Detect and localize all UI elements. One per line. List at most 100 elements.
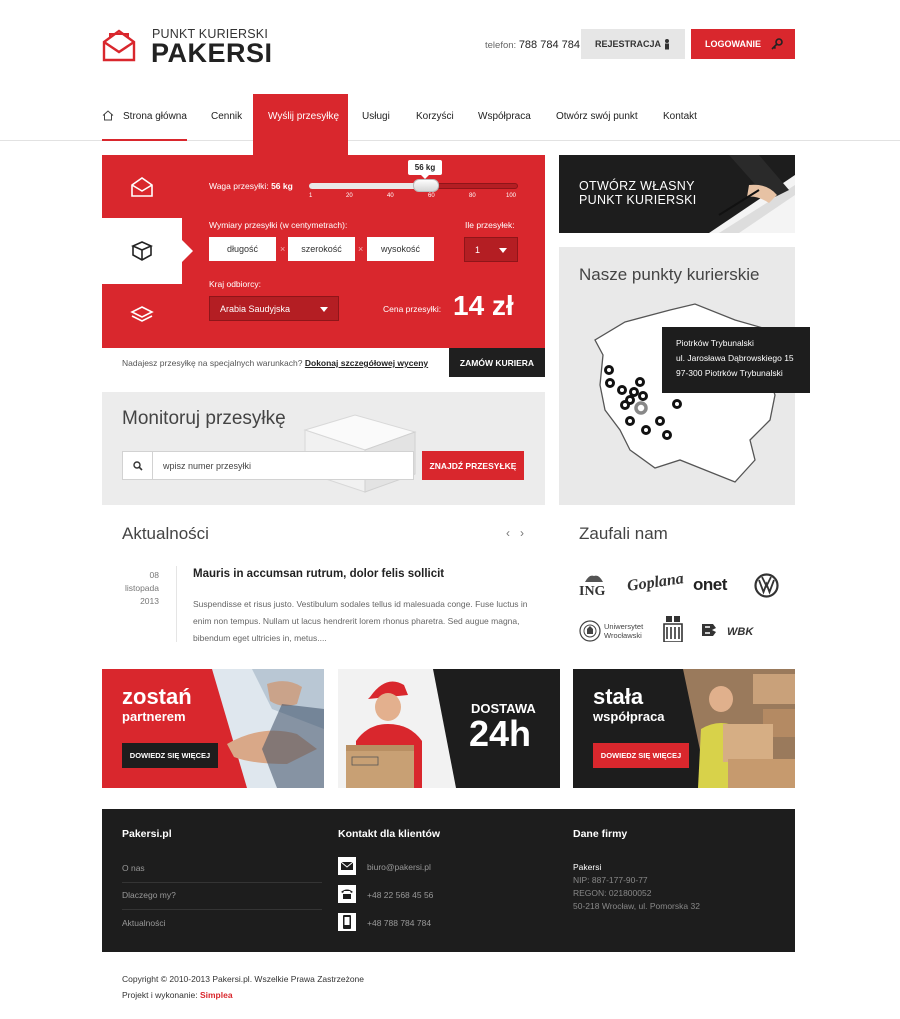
nav-active-tab-bg [253,94,348,156]
footer-phone: +48 22 568 45 56 [367,890,434,900]
cooperation-banner[interactable]: stała współpraca DOWIEDZ SIĘ WIĘCEJ [573,669,795,788]
nav-item-open-point[interactable]: Otwórz swój punkt [556,111,638,122]
calc-tab-arrow [182,240,193,262]
register-label: REJESTRACJA [595,39,662,49]
weight-value: 56 kg [271,181,293,191]
nav-item-cooperation[interactable]: Współpraca [478,111,531,122]
news-next-arrow[interactable]: › [520,526,524,540]
slider-tick: 40 [387,193,394,199]
envelope-tab-icon[interactable] [130,176,154,198]
detailed-quote-link[interactable]: Dokonaj szczegółowej wyceny [305,358,428,368]
weight-slider-knob[interactable] [413,179,439,192]
vw-logo [754,573,779,598]
count-label: Ile przesyłek: [465,220,515,230]
company-name: Pakersi [573,862,602,872]
map-point-selected [634,401,648,415]
university-line2: Wrocławski [604,631,642,640]
login-label: LOGOWANIE [705,39,761,49]
map-point [605,378,615,388]
news-headline[interactable]: Mauris in accumsan rutrum, dolor felis s… [193,568,444,580]
price-label: Cena przesyłki: [383,304,442,314]
company-address: 50-218 Wrocław, ul. Pomorska 32 [573,901,700,911]
footer-col1-title: Pakersi.pl [122,828,172,840]
slider-tick: 20 [346,193,353,199]
special-text: Nadajesz przesyłkę na specjalnych warunk… [122,358,303,368]
times-sign: × [358,244,364,254]
news-day: 08 [149,570,159,580]
university-logo-text: Uniwersytet Wrocławski [604,622,643,640]
map-point [655,416,665,426]
nav-item-home[interactable]: Strona główna [123,111,187,122]
layers-tab-icon[interactable] [130,305,154,325]
login-button[interactable]: LOGOWANIE [691,29,795,59]
search-icon [133,461,143,471]
map-point [629,387,639,397]
open-point-text: OTWÓRZ WŁASNY PUNKT KURIERSKI [579,179,697,207]
partner-more-button[interactable]: DOWIEDZ SIĘ WIĘCEJ [122,743,218,768]
find-shipment-button[interactable]: ZNAJDŹ PRZESYŁKĘ [422,451,524,480]
logo-envelope-icon [102,29,136,62]
tracking-placeholder: wpisz numer przesyłki [163,461,252,471]
nav-item-contact[interactable]: Kontakt [663,111,697,122]
order-courier-button[interactable]: ZAMÓW KURIERA [449,348,545,377]
mail-icon [338,857,356,875]
width-input[interactable]: szerokość [288,237,355,261]
onet-logo: onet [693,575,727,594]
nav-item-benefits[interactable]: Korzyści [416,111,454,122]
header-phone: telefon: 788 784 784 [485,39,580,51]
news-prev-arrow[interactable]: ‹ [506,526,510,540]
footer-link-about[interactable]: O nas [122,863,145,873]
weight-label-text: Waga przesyłki: [209,181,269,191]
university-line1: Uniwersytet [604,622,644,631]
slider-tick: 1 [309,193,313,199]
weight-slider-fill [309,183,426,189]
count-select[interactable]: 1 [464,237,518,262]
tracking-input[interactable]: wpisz numer przesyłki [122,451,414,480]
credit-line: Projekt i wykonanie: Simplea [122,987,364,1003]
partner-banner[interactable]: zostań partnerem DOWIEDZ SIĘ WIĘCEJ [102,669,324,788]
nav-item-send[interactable]: Wyślij przesyłkę [268,111,339,122]
map-point [672,399,682,409]
footer-link-why[interactable]: Dlaczego my? [122,890,176,900]
box-tab-icon[interactable] [130,239,154,263]
price-value: 14 zł [453,290,514,321]
search-icon-box [123,452,153,479]
lion-icon [585,575,603,582]
weight-slider-tooltip: 56 kg [408,160,442,179]
nav-item-pricing[interactable]: Cennik [211,111,242,122]
map-point [635,377,645,387]
news-body: Suspendisse et risus justo. Vestibulum s… [193,599,528,643]
slider-tick: 60 [428,193,435,199]
slider-tick: 100 [506,193,517,199]
dims-label: Wymiary przesyłki (w centymetrach): [209,220,348,230]
copyright-text: Copyright © 2010-2013 Pakersi.pl. Wszelk… [122,974,365,984]
country-value: Arabia Saudyjska [220,303,291,314]
map-point [604,365,614,375]
length-input[interactable]: długość [209,237,276,261]
news-date: 08 listopada 2013 [122,569,159,608]
tracking-title: Monitoruj przesyłkę [122,408,286,429]
nav-item-services[interactable]: Usługi [362,111,390,122]
cooperation-banner-title1: stała [593,684,644,709]
register-button[interactable]: REJESTRACJA [581,29,685,59]
footer-link-news[interactable]: Aktualności [122,918,165,928]
country-select[interactable]: Arabia Saudyjska [209,296,339,321]
news-year: 2013 [140,596,159,606]
footer-col3-title: Dane firmy [573,828,628,840]
map-point [641,425,651,435]
copyright: Copyright © 2010-2013 Pakersi.pl. Wszelk… [122,971,364,1003]
wbk-logo-text: WBK [727,626,754,638]
footer-email[interactable]: biuro@pakersi.pl [367,862,431,872]
delivery-banner[interactable]: DOSTAWA 24h [338,669,560,788]
cooperation-more-button[interactable]: DOWIEDZ SIĘ WIĘCEJ [593,743,689,768]
company-details: Pakersi NIP: 887-177-90-77 REGON: 021800… [573,861,700,913]
height-input[interactable]: wysokość [367,237,434,261]
footer-divider [122,882,322,883]
cooperation-banner-title2: współpraca [593,709,665,724]
signing-hand-image [709,155,795,233]
key-icon [771,38,783,50]
credit-link[interactable]: Simplea [200,990,233,1000]
weight-label: Waga przesyłki: 56 kg [209,181,293,191]
logo-name[interactable]: PAKERSI [151,38,273,69]
news-divider [176,566,177,642]
